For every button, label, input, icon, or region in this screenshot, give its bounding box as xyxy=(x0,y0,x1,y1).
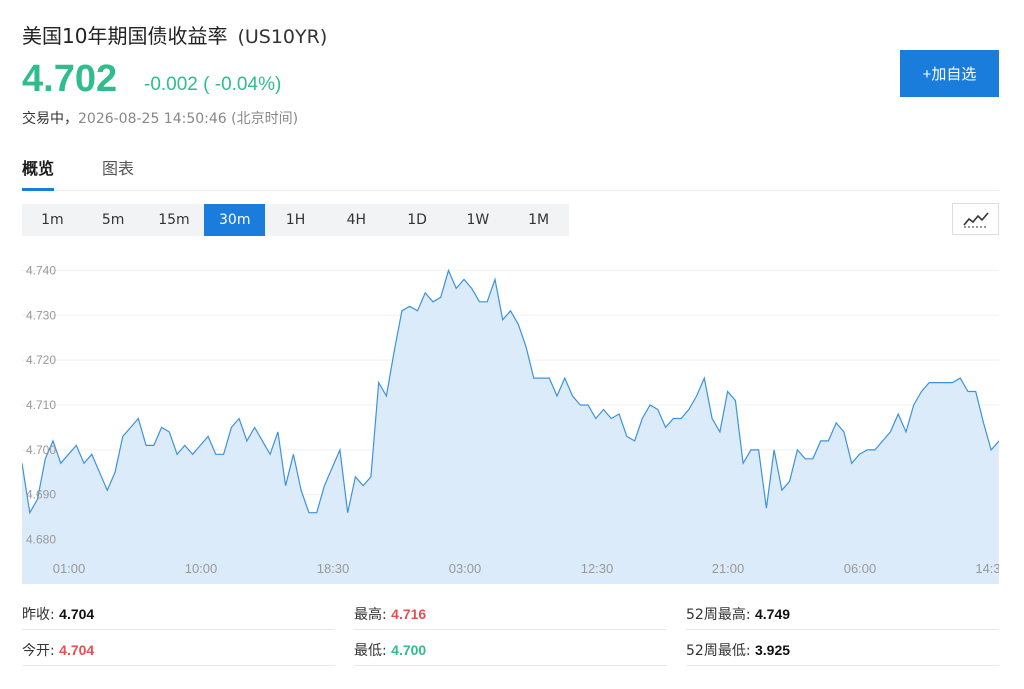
trading-status: 交易中，2026-08-25 14:50:46 (北京时间) xyxy=(22,108,298,128)
x-tick-label: 10:00 xyxy=(185,561,218,576)
status-timestamp: 2026-08-25 14:50:46 (北京时间) xyxy=(78,111,299,127)
stat-low: 最低: 4.700 xyxy=(354,634,667,666)
y-tick-label: 4.740 xyxy=(26,263,56,277)
period-30m[interactable]: 30m xyxy=(204,204,266,236)
x-tick-label: 21:00 xyxy=(712,561,745,576)
status-text: 交易中， xyxy=(22,111,78,127)
stat-52w-low: 52周最低: 3.925 xyxy=(686,634,999,666)
stat-high: 最高: 4.716 xyxy=(354,598,667,630)
x-tick-label: 06:00 xyxy=(844,561,877,576)
stat-prev-close-label: 昨收: xyxy=(22,606,55,623)
period-1mo[interactable]: 1M xyxy=(508,204,569,236)
stat-prev-close-value: 4.704 xyxy=(59,605,95,622)
y-tick-label: 4.680 xyxy=(26,533,56,547)
stat-open-label: 今开: xyxy=(22,642,55,659)
period-selector: 1m 5m 15m 30m 1H 4H 1D 1W 1M xyxy=(22,204,569,236)
period-1w[interactable]: 1W xyxy=(447,204,508,236)
period-1d[interactable]: 1D xyxy=(387,204,448,236)
stat-low-label: 最低: xyxy=(354,642,387,659)
y-tick-label: 4.690 xyxy=(26,488,56,502)
stat-high-value: 4.716 xyxy=(391,605,427,622)
price-change: -0.002 ( -0.04%) xyxy=(144,74,282,95)
y-tick-label: 4.710 xyxy=(26,398,56,412)
x-tick-label: 12:30 xyxy=(581,561,614,576)
y-tick-label: 4.700 xyxy=(26,443,56,457)
period-1h[interactable]: 1H xyxy=(265,204,326,236)
page-title: 美国10年期国债收益率 (US10YR) xyxy=(22,20,327,49)
x-tick-label: 01:00 xyxy=(53,561,86,576)
period-5m[interactable]: 5m xyxy=(83,204,144,236)
x-tick-label: 03:00 xyxy=(449,561,482,576)
stat-low-value: 4.700 xyxy=(391,641,427,658)
price-chart[interactable]: 4.740 4.730 4.720 4.710 4.700 4.690 4.680 01:00… xyxy=(22,248,999,584)
y-tick-label: 4.730 xyxy=(26,308,56,322)
stat-52w-high-value: 4.749 xyxy=(754,605,791,622)
tab-overview[interactable]: 概览 xyxy=(22,155,55,191)
tab-chart[interactable]: 图表 xyxy=(102,155,134,191)
y-tick-label: 4.720 xyxy=(26,353,56,367)
x-tick-label: 18:30 xyxy=(317,561,350,576)
stat-high-label: 最高: xyxy=(354,606,387,623)
chart-type-button[interactable] xyxy=(952,203,999,235)
stat-52w-high: 52周最高: 4.749 xyxy=(686,598,999,630)
stat-52w-low-value: 3.925 xyxy=(754,641,791,658)
stat-52w-low-label: 52周最低: xyxy=(686,642,751,659)
instrument-name: 美国10年期国债收益率 xyxy=(22,24,228,48)
stat-52w-high-label: 52周最高: xyxy=(686,606,751,623)
period-15m[interactable]: 15m xyxy=(144,204,205,236)
stat-open: 今开: 4.704 xyxy=(22,634,335,666)
period-1m[interactable]: 1m xyxy=(22,204,83,236)
stat-open-value: 4.704 xyxy=(59,641,95,658)
line-chart-icon xyxy=(962,212,989,228)
current-price: 4.702 xyxy=(22,58,118,100)
period-4h[interactable]: 4H xyxy=(326,204,387,236)
instrument-code: (US10YR) xyxy=(237,26,328,48)
stat-prev-close: 昨收: 4.704 xyxy=(22,598,335,630)
x-tick-label: 14:3 xyxy=(975,561,999,576)
tab-bar: 概览 图表 xyxy=(22,155,999,191)
add-to-watchlist-button[interactable]: +加自选 xyxy=(900,50,999,97)
